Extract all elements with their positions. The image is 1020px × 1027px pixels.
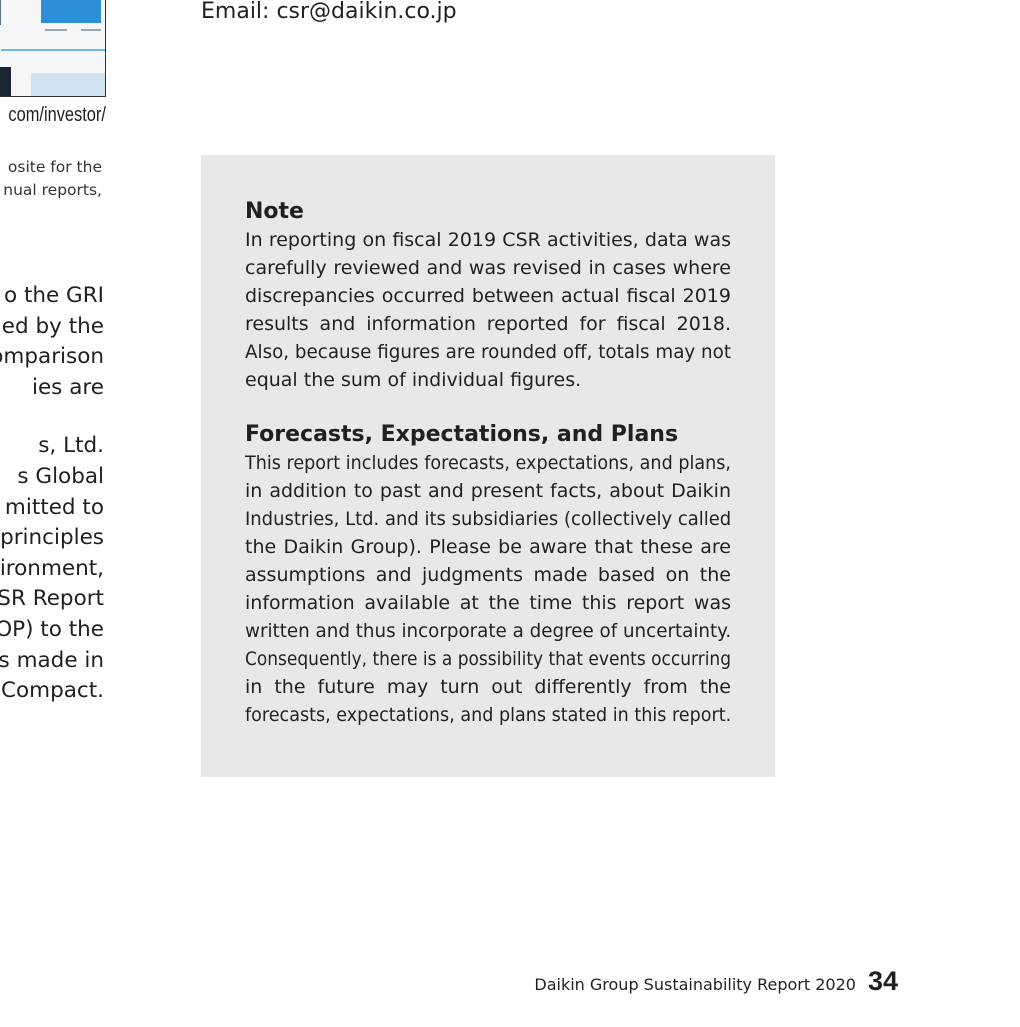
note-line: In reporting on fiscal 2019 CSR activiti… xyxy=(245,229,731,251)
forecasts-line: assumptions and judgments made based on … xyxy=(245,564,731,587)
left-body-line: OP) to the xyxy=(0,616,104,642)
left-body-line: omparison xyxy=(0,344,104,370)
forecasts-line: in the future may turn out differently f… xyxy=(245,675,731,698)
left-body-line: Compact. xyxy=(0,678,104,704)
investor-url: com/investor/ xyxy=(8,104,106,126)
left-body-line: vironment, xyxy=(0,555,104,581)
thumbnail-block xyxy=(0,0,1,25)
left-body-line: o the GRI xyxy=(3,283,104,308)
left-body-line: ed by the xyxy=(1,313,104,339)
forecasts-paragraph: This report includes forecasts, expectat… xyxy=(245,450,731,729)
left-body-text: o the GRI ed by the omparison ies are s,… xyxy=(0,281,104,707)
contact-email[interactable]: Email: csr@daikin.co.jp xyxy=(201,0,457,24)
page-footer: Daikin Group Sustainability Report 2020 … xyxy=(534,966,898,997)
note-line: results and information reported for fis… xyxy=(245,312,731,335)
forecasts-line: This report includes forecasts, expectat… xyxy=(245,452,731,475)
forecasts-line: written and thus incorporate a degree of… xyxy=(245,619,732,642)
left-small-text: osite for the nual reports, xyxy=(3,156,102,202)
left-body-line: mitted to xyxy=(4,494,104,520)
note-line: Also, because figures are rounded off, t… xyxy=(245,340,731,363)
left-body-line: s, Ltd. xyxy=(38,433,104,459)
investor-site-thumbnail xyxy=(0,0,106,97)
forecasts-line: Industries, Ltd. and its subsidiaries (c… xyxy=(245,508,732,531)
thumbnail-caption xyxy=(45,29,67,31)
left-body-line: SR Report xyxy=(0,586,104,612)
forecasts-line: the Daikin Group). Please be aware that … xyxy=(245,536,731,559)
left-small-line: osite for the xyxy=(7,158,102,176)
left-small-line: nual reports, xyxy=(3,181,102,199)
page-number: 34 xyxy=(867,966,898,996)
thumbnail-block xyxy=(31,73,105,96)
note-content: Note In reporting on fiscal 2019 CSR act… xyxy=(245,197,731,730)
left-body-line: s Global xyxy=(17,463,104,489)
left-body-line: principles xyxy=(0,525,104,551)
note-paragraph: In reporting on fiscal 2019 CSR activiti… xyxy=(245,227,731,394)
left-body-line: ies are xyxy=(31,374,104,400)
forecasts-heading: Forecasts, Expectations, and Plans xyxy=(245,422,679,448)
forecasts-line: information available at the time this r… xyxy=(245,591,731,614)
note-line: carefully reviewed and was revised in ca… xyxy=(245,256,731,279)
thumbnail-caption xyxy=(81,29,101,31)
thumbnail-block xyxy=(41,0,101,23)
report-title: Daikin Group Sustainability Report 2020 xyxy=(534,975,856,994)
thumbnail-block xyxy=(0,67,11,96)
note-box: Note In reporting on fiscal 2019 CSR act… xyxy=(201,155,775,777)
thumbnail-divider xyxy=(1,49,105,51)
note-line: equal the sum of individual figures. xyxy=(245,368,582,391)
forecasts-line: Consequently, there is a possibility tha… xyxy=(245,647,731,670)
note-line: discrepancies occurred between actual fi… xyxy=(245,284,731,307)
forecasts-line: in addition to past and present facts, a… xyxy=(245,480,731,503)
left-body-line: ss made in xyxy=(0,647,104,673)
note-heading: Note xyxy=(245,199,304,224)
left-column-cropped: com/investor/ osite for the nual reports… xyxy=(0,0,106,720)
forecasts-line: forecasts, expectations, and plans state… xyxy=(245,703,732,726)
